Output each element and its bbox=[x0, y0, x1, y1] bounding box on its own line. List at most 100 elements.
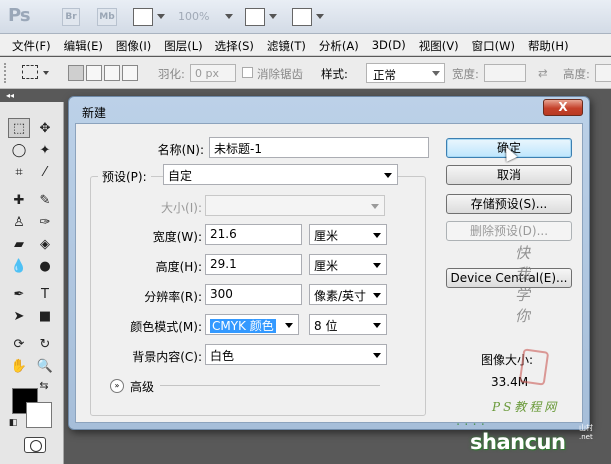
brush-tool-icon[interactable]: ✎ bbox=[34, 190, 56, 210]
handwriting-watermark: 快我学你 bbox=[513, 245, 531, 329]
collapse-icon[interactable]: ◂◂ bbox=[0, 90, 64, 102]
options-grip[interactable] bbox=[4, 63, 8, 83]
rectangular-marquee-tool-icon[interactable]: ⬚ bbox=[8, 118, 30, 138]
width-unit-select[interactable]: 厘米 bbox=[309, 224, 387, 245]
height-unit-select[interactable]: 厘米 bbox=[309, 254, 387, 275]
swap-colors-icon[interactable]: ⇆ bbox=[36, 378, 52, 392]
height-input[interactable]: 29.1 bbox=[205, 254, 302, 275]
background-color-swatch[interactable] bbox=[26, 402, 52, 428]
mini-bridge-icon[interactable]: Mb bbox=[97, 8, 117, 26]
lasso-tool-icon[interactable]: ◯ bbox=[8, 140, 30, 160]
menu-select[interactable]: 选择(S) bbox=[215, 34, 254, 55]
swap-icon[interactable]: ⇄ bbox=[538, 66, 548, 80]
name-input[interactable]: 未标题-1 bbox=[209, 137, 429, 158]
width-input[interactable]: 21.6 bbox=[205, 224, 302, 245]
move-tool-icon[interactable]: ✥ bbox=[34, 118, 56, 138]
eyedropper-tool-icon[interactable]: ⁄ bbox=[34, 162, 56, 182]
device-central-button[interactable]: Device Central(E)... bbox=[446, 268, 572, 288]
app-title-bar: Ps Br Mb 100% bbox=[0, 0, 611, 34]
height-input[interactable] bbox=[595, 64, 611, 82]
view-extras-icon[interactable] bbox=[133, 8, 153, 26]
chevron-down-icon[interactable] bbox=[43, 71, 49, 75]
paint-bucket-tool-icon[interactable]: ◈ bbox=[34, 234, 56, 254]
ps-site-watermark: PS教程网 bbox=[492, 400, 560, 414]
crop-tool-icon[interactable]: ⌗ bbox=[8, 162, 30, 182]
history-brush-tool-icon[interactable]: ✑ bbox=[34, 212, 56, 232]
antialias-label: 消除锯齿 bbox=[257, 67, 303, 81]
quick-mask-icon[interactable] bbox=[24, 437, 46, 453]
menu-filter[interactable]: 滤镜(T) bbox=[267, 34, 306, 55]
menu-view[interactable]: 视图(V) bbox=[419, 34, 459, 55]
delete-preset-button[interactable]: 删除预设(D)... bbox=[446, 221, 572, 241]
menu-help[interactable]: 帮助(H) bbox=[528, 34, 569, 55]
dialog-title: 新建 bbox=[82, 106, 107, 120]
blur-tool-icon[interactable]: 💧 bbox=[8, 256, 30, 276]
shancun-small-logo: 山村 .net bbox=[579, 424, 593, 441]
advanced-expand-icon[interactable]: » bbox=[110, 379, 124, 393]
background-label: 背景内容(C): bbox=[132, 350, 202, 364]
advanced-label: 高级 bbox=[130, 380, 155, 394]
size-label: 大小(I): bbox=[161, 201, 202, 215]
resolution-input[interactable]: 300 bbox=[205, 284, 302, 305]
cancel-button[interactable]: 取消 bbox=[446, 165, 572, 185]
bridge-icon[interactable]: Br bbox=[62, 8, 80, 26]
pen-tool-icon[interactable]: ✒ bbox=[8, 284, 30, 304]
rectangle-tool-icon[interactable]: ■ bbox=[34, 306, 56, 326]
spot-healing-tool-icon[interactable]: ✚ bbox=[8, 190, 30, 210]
background-select[interactable]: 白色 bbox=[205, 344, 387, 365]
antialias-checkbox[interactable] bbox=[242, 67, 253, 78]
hand-tool-icon[interactable]: ✋ bbox=[8, 356, 30, 376]
intersect-selection-icon[interactable] bbox=[122, 65, 138, 81]
menu-layer[interactable]: 图层(L) bbox=[164, 34, 202, 55]
eraser-tool-icon[interactable]: ▰ bbox=[8, 234, 30, 254]
zoom-tool-icon[interactable]: 🔍 bbox=[34, 356, 56, 376]
new-selection-icon[interactable] bbox=[68, 65, 84, 81]
magic-wand-tool-icon[interactable]: ✦ bbox=[34, 140, 56, 160]
dialog-body: 名称(N): 未标题-1 预设(P): 自定 大小(I): 宽度(W): 21.… bbox=[75, 123, 583, 423]
3d-rotate-tool-icon[interactable]: ⟳ bbox=[8, 334, 30, 354]
chevron-down-icon[interactable] bbox=[225, 14, 233, 19]
chevron-down-icon[interactable] bbox=[157, 14, 165, 19]
preset-select[interactable]: 自定 bbox=[163, 164, 398, 185]
width-input[interactable] bbox=[484, 64, 526, 82]
subtract-selection-icon[interactable] bbox=[104, 65, 120, 81]
resolution-unit-select[interactable]: 像素/英寸 bbox=[309, 284, 387, 305]
menu-image[interactable]: 图像(I) bbox=[116, 34, 151, 55]
size-select[interactable] bbox=[205, 195, 385, 216]
menu-window[interactable]: 窗口(W) bbox=[472, 34, 515, 55]
rectangular-marquee-icon[interactable] bbox=[22, 65, 38, 79]
style-label: 样式: bbox=[321, 67, 348, 81]
menu-file[interactable]: 文件(F) bbox=[12, 34, 51, 55]
bit-depth-select[interactable]: 8 位 bbox=[309, 314, 387, 335]
menu-edit[interactable]: 编辑(E) bbox=[64, 34, 103, 55]
dodge-tool-icon[interactable]: ● bbox=[34, 256, 56, 276]
close-button[interactable]: X bbox=[543, 99, 583, 116]
path-selection-tool-icon[interactable]: ➤ bbox=[8, 306, 30, 326]
width-label: 宽度(W): bbox=[152, 230, 202, 244]
arrange-documents-icon[interactable] bbox=[245, 8, 265, 26]
color-mode-select[interactable]: CMYK 颜色 bbox=[205, 314, 299, 335]
color-mode-label: 颜色模式(M): bbox=[130, 320, 202, 334]
default-colors-icon[interactable]: ◧ bbox=[6, 416, 20, 430]
style-select[interactable]: 正常 bbox=[366, 63, 445, 83]
seal-watermark-icon bbox=[518, 348, 550, 386]
menu-bar: 文件(F) 编辑(E) 图像(I) 图层(L) 选择(S) 滤镜(T) 分析(A… bbox=[0, 34, 611, 56]
menu-analysis[interactable]: 分析(A) bbox=[319, 34, 359, 55]
screen-mode-icon[interactable] bbox=[292, 8, 312, 26]
zoom-level[interactable]: 100% bbox=[178, 10, 209, 23]
height-label: 高度: bbox=[563, 67, 590, 81]
shancun-logo: shancun bbox=[470, 430, 566, 454]
chevron-down-icon[interactable] bbox=[269, 14, 277, 19]
feather-input[interactable]: 0 px bbox=[190, 64, 236, 82]
menu-3d[interactable]: 3D(D) bbox=[372, 34, 406, 55]
add-to-selection-icon[interactable] bbox=[86, 65, 102, 81]
type-tool-icon[interactable]: T bbox=[34, 284, 56, 304]
3d-orbit-tool-icon[interactable]: ↻ bbox=[34, 334, 56, 354]
photoshop-logo: Ps bbox=[8, 5, 31, 26]
save-preset-button[interactable]: 存储预设(S)... bbox=[446, 194, 572, 214]
options-bar: 羽化: 0 px 消除锯齿 样式: 正常 宽度: ⇄ 高度: bbox=[0, 57, 611, 89]
color-mode-value: CMYK 颜色 bbox=[210, 319, 276, 333]
height-label: 高度(H): bbox=[155, 260, 202, 274]
clone-stamp-tool-icon[interactable]: ♙ bbox=[8, 212, 30, 232]
chevron-down-icon[interactable] bbox=[316, 14, 324, 19]
